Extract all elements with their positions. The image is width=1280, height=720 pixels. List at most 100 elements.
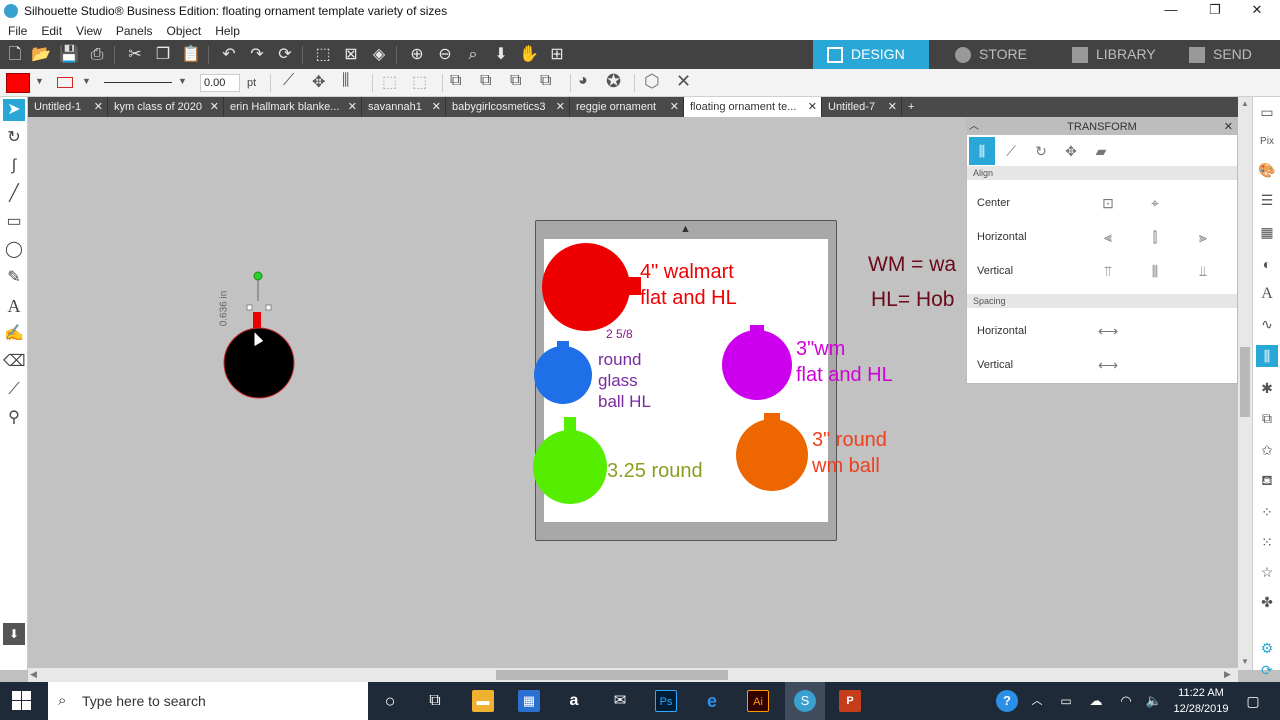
shadow-icon[interactable]: ◐ xyxy=(1256,253,1278,275)
move-tab-icon[interactable]: ✥ xyxy=(1061,141,1081,161)
label-glass[interactable]: glass xyxy=(598,371,638,391)
close-icon[interactable]: ✕ xyxy=(556,97,565,117)
powerpoint-icon[interactable]: P xyxy=(839,690,861,712)
copy-icon[interactable]: ❐ xyxy=(152,44,174,66)
doc-tab[interactable]: erin Hallmark blanke... ✕ xyxy=(224,97,362,117)
scroll-right-icon[interactable]: ▶ xyxy=(1224,669,1231,680)
line-draw-icon[interactable]: ╱ xyxy=(3,183,25,205)
close-icon[interactable]: ✕ xyxy=(808,97,817,117)
red-ornament[interactable] xyxy=(542,243,630,331)
star-shape-icon[interactable]: ✪ xyxy=(606,71,621,92)
orange-ornament[interactable] xyxy=(736,419,808,491)
scale-tab-icon[interactable]: ⟋ xyxy=(1001,141,1021,161)
doc-tab-active[interactable]: floating ornament te... ✕ xyxy=(684,97,822,117)
deselect-icon[interactable]: ⊠ xyxy=(340,44,362,66)
sketch-icon[interactable]: ⁘ xyxy=(1256,501,1278,523)
bring-to-front-icon[interactable]: ⧉ xyxy=(450,72,461,90)
amazon-icon[interactable]: a xyxy=(563,690,585,712)
center-crosshair-icon[interactable]: ⌖ xyxy=(1145,193,1165,213)
line-style-dropdown-icon[interactable]: ▼ xyxy=(178,76,187,86)
tab-library[interactable]: LIBRARY xyxy=(1058,40,1174,69)
fill-palette-icon[interactable]: 🎨 xyxy=(1256,159,1278,181)
replicate-icon[interactable]: ✱ xyxy=(1256,377,1278,399)
label-round[interactable]: round xyxy=(598,350,641,370)
modify-icon[interactable]: ⧉ xyxy=(1256,407,1278,429)
align-top-icon[interactable]: ⫪ xyxy=(1098,261,1118,281)
purple-ornament[interactable] xyxy=(722,330,792,400)
eyedropper-icon[interactable]: ⚲ xyxy=(3,407,25,429)
rectangle-icon[interactable]: ▭ xyxy=(3,211,25,233)
label-3-25-round[interactable]: 3.25 round xyxy=(607,460,703,482)
refresh-icon[interactable]: ⟳ xyxy=(274,44,296,66)
scroll-left-icon[interactable]: ◀ xyxy=(30,669,37,680)
select-all-icon[interactable]: ⬚ xyxy=(312,44,334,66)
save-icon[interactable]: 💾 xyxy=(58,44,80,66)
close-icon[interactable]: ✕ xyxy=(210,97,219,117)
fill-color-swatch[interactable] xyxy=(6,73,30,93)
collapse-icon[interactable]: ︿ xyxy=(969,119,979,135)
rhinestone-icon[interactable]: ⁙ xyxy=(1256,531,1278,553)
text-tool-icon[interactable]: A xyxy=(3,295,25,317)
open-folder-icon[interactable]: 📂 xyxy=(30,44,52,66)
text-path-icon[interactable]: ∿ xyxy=(1256,313,1278,335)
fill-dropdown-icon[interactable]: ▼ xyxy=(35,76,44,86)
mail-icon[interactable]: ✉ xyxy=(609,690,631,712)
fill-pattern-icon[interactable]: ▦ xyxy=(1256,221,1278,243)
pan-hand-icon[interactable]: ✋ xyxy=(518,44,540,66)
cancel-x-icon[interactable]: ✕ xyxy=(676,71,691,92)
close-window-button[interactable]: ✕ xyxy=(1234,0,1280,22)
close-icon[interactable]: ✕ xyxy=(432,97,441,117)
cortana-icon[interactable]: ○ xyxy=(379,690,401,712)
silhouette-taskbar-button[interactable]: S xyxy=(785,682,825,720)
task-view-icon[interactable]: ⧉ xyxy=(424,690,446,712)
volume-icon[interactable]: 🔈 xyxy=(1143,690,1165,712)
menu-help[interactable]: Help xyxy=(215,24,240,38)
3d-box-icon[interactable]: ⬡ xyxy=(644,71,660,92)
label-wm-3[interactable]: 3"wm xyxy=(796,338,845,360)
line-width-input[interactable]: 0.00 xyxy=(200,74,240,92)
close-icon[interactable]: ✕ xyxy=(348,97,357,117)
system-clock[interactable]: 11:22 AM 12/28/2019 xyxy=(1170,685,1232,717)
label-2-5-8[interactable]: 2 5/8 xyxy=(606,327,633,341)
store-icon[interactable]: ▦ xyxy=(518,690,540,712)
maximize-button[interactable]: ❐ xyxy=(1192,0,1238,22)
group-icon[interactable]: ⬚ xyxy=(382,72,397,92)
blue-ornament[interactable] xyxy=(534,346,592,404)
legend-wm[interactable]: WM = wa xyxy=(868,253,956,276)
bring-forward-icon[interactable]: ⧉ xyxy=(510,72,521,90)
network-device-icon[interactable]: ▭ xyxy=(1055,690,1077,712)
taskbar-search-input[interactable]: ⌕ Type here to search xyxy=(48,682,368,720)
doc-tab[interactable]: kym class of 2020 ✕ xyxy=(108,97,224,117)
menu-view[interactable]: View xyxy=(76,24,102,38)
ellipse-icon[interactable]: ◯ xyxy=(3,239,25,261)
scroll-up-icon[interactable]: ▲ xyxy=(1241,99,1249,108)
line-tool-icon[interactable]: ⟋ xyxy=(283,72,294,90)
show-hidden-icons-icon[interactable]: ︿ xyxy=(1026,690,1048,712)
wifi-icon[interactable]: ◠ xyxy=(1115,690,1137,712)
space-vertical-icon[interactable]: ⟷ xyxy=(1098,355,1118,375)
text-style-icon[interactable]: A xyxy=(1256,283,1278,305)
align-bottom-icon[interactable]: ⫫ xyxy=(1193,261,1213,281)
send-backward-icon[interactable]: ⧉ xyxy=(540,72,551,90)
redo-icon[interactable]: ↷ xyxy=(246,44,268,66)
close-icon[interactable]: ✕ xyxy=(1224,119,1233,135)
tab-send[interactable]: SEND xyxy=(1175,40,1280,69)
doc-tab[interactable]: Untitled-7 ✕ xyxy=(822,97,902,117)
frame-up-arrow-icon[interactable]: ▲ xyxy=(680,223,691,235)
sync-icon[interactable]: ⟳ xyxy=(1256,659,1278,681)
new-file-icon[interactable]: 🗋 xyxy=(4,44,26,66)
line-color-dropdown-icon[interactable]: ▼ xyxy=(82,76,91,86)
minimize-button[interactable]: — xyxy=(1148,0,1194,22)
paint-icon[interactable]: ◕ xyxy=(578,72,588,90)
space-horizontal-icon[interactable]: ⟷ xyxy=(1098,321,1118,341)
label-wm-ball[interactable]: wm ball xyxy=(812,455,880,477)
ungroup-icon[interactable]: ⬚ xyxy=(412,72,427,92)
add-tab-button[interactable]: + xyxy=(902,97,922,117)
tab-store[interactable]: STORE xyxy=(941,40,1051,69)
select-by-color-icon[interactable]: ◈ xyxy=(368,44,390,66)
label-wm-3b[interactable]: flat and HL xyxy=(796,364,893,386)
vertical-scrollbar[interactable]: ▲ ▼ xyxy=(1238,97,1252,670)
menu-edit[interactable]: Edit xyxy=(41,24,62,38)
align-left-icon[interactable]: ⫷ xyxy=(1098,227,1118,247)
trace-icon[interactable]: ⛾ xyxy=(1256,469,1278,491)
